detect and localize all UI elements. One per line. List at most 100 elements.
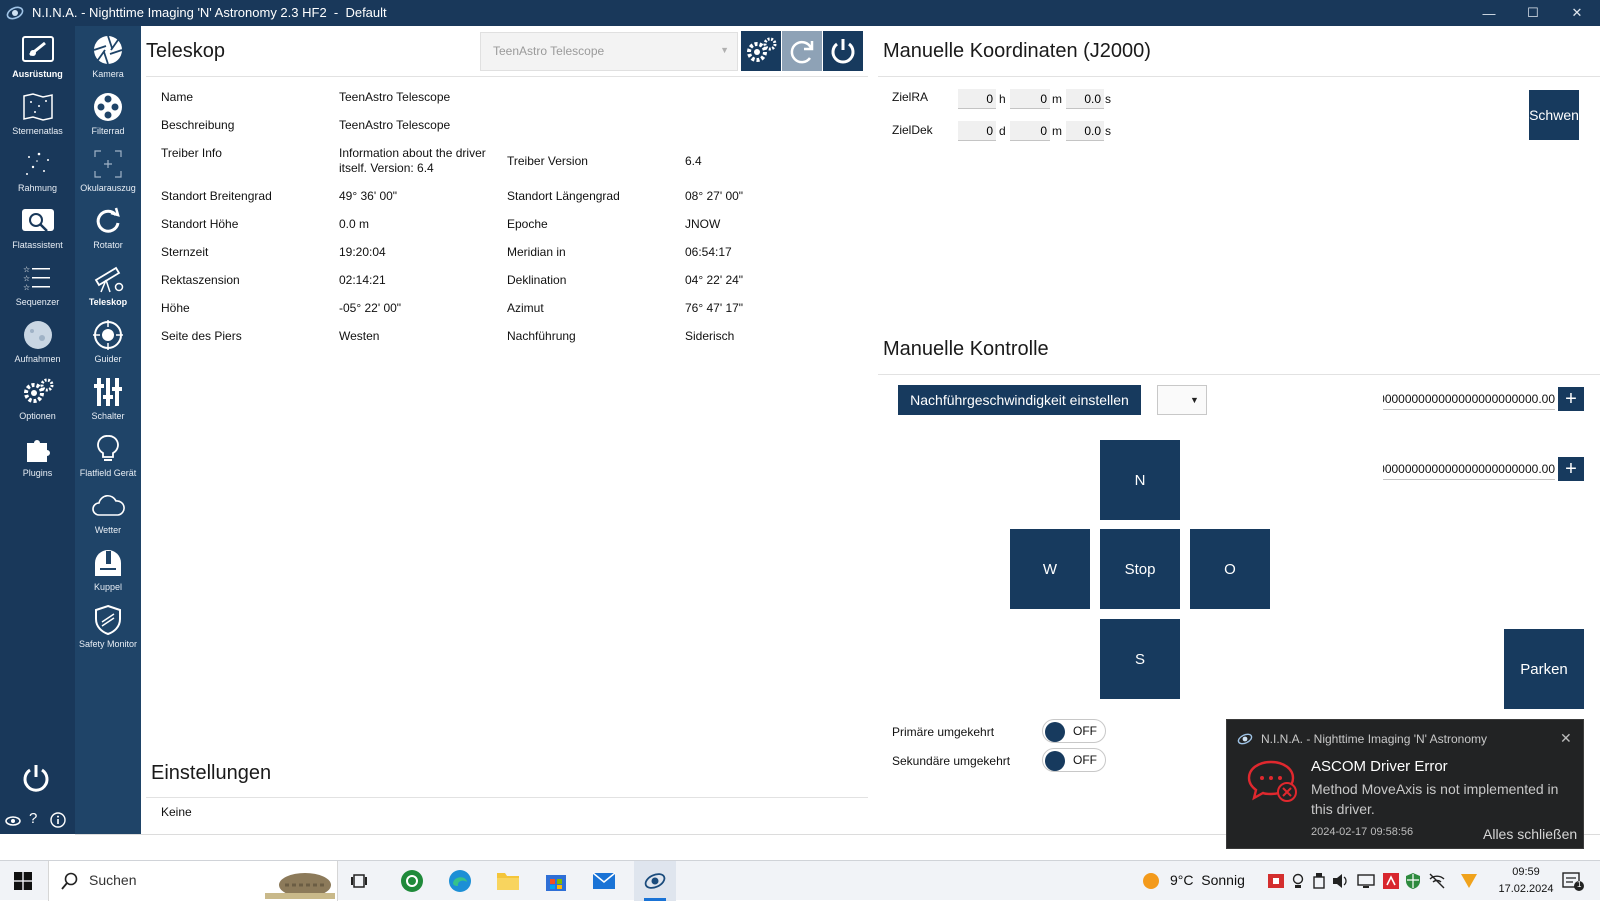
nav-item-aufnahmen[interactable]: Aufnahmen bbox=[0, 317, 75, 374]
collapse-nav-button[interactable]: << bbox=[26, 841, 39, 853]
device-settings-button[interactable] bbox=[741, 31, 781, 71]
eye-icon[interactable] bbox=[5, 814, 21, 828]
secondary-reversed-label: Sekundäre umgekehrt bbox=[892, 754, 1011, 768]
tracking-rate-select[interactable]: ▼ bbox=[1157, 385, 1207, 415]
nav-item-ausruestung[interactable]: Ausrüstung bbox=[0, 32, 75, 89]
mail-icon[interactable] bbox=[592, 870, 616, 892]
device-select-value: TeenAstro Telescope bbox=[493, 44, 605, 58]
weather-cloud-icon bbox=[90, 488, 126, 524]
tray-webcam-icon[interactable] bbox=[1291, 873, 1305, 889]
task-view-icon[interactable] bbox=[350, 872, 368, 890]
info-label: Name bbox=[161, 90, 194, 104]
info-value: JNOW bbox=[685, 217, 721, 231]
windows-taskbar: Suchen 9°C Sonnig 09:59 17.02.2024 1 bbox=[0, 860, 1600, 901]
nav-item-teleskop[interactable]: Teleskop bbox=[75, 260, 141, 317]
refresh-devices-button[interactable] bbox=[782, 31, 822, 71]
info-label: Sternzeit bbox=[161, 245, 209, 259]
move-north-button[interactable]: N bbox=[1100, 440, 1180, 520]
microsoft-store-icon[interactable] bbox=[544, 869, 568, 893]
nav-item-flatassistent[interactable]: Flatassistent bbox=[0, 203, 75, 260]
help-icon[interactable]: ? bbox=[29, 810, 37, 827]
windows-start-icon[interactable] bbox=[14, 872, 32, 890]
target-dec-degrees-input[interactable]: 0 bbox=[958, 121, 996, 141]
slew-button[interactable]: Schwen bbox=[1529, 90, 1579, 140]
nav-item-schalter[interactable]: Schalter bbox=[75, 374, 141, 431]
target-dec-minutes-input[interactable]: 0 bbox=[1010, 121, 1050, 141]
app-green-icon[interactable] bbox=[400, 869, 424, 893]
edge-browser-icon[interactable] bbox=[448, 869, 472, 893]
divider bbox=[878, 374, 1600, 375]
target-dec-seconds-input[interactable]: 0.0 bbox=[1066, 121, 1104, 141]
search-box[interactable]: Suchen bbox=[48, 861, 338, 901]
maximize-button[interactable]: ☐ bbox=[1510, 0, 1556, 26]
target-ra-hours-input[interactable]: 0 bbox=[958, 89, 996, 109]
info-label: Beschreibung bbox=[161, 118, 235, 132]
set-tracking-rate-button[interactable]: Nachführgeschwindigkeit einstellen bbox=[898, 385, 1141, 415]
info-icon[interactable] bbox=[50, 812, 66, 828]
device-select[interactable]: TeenAstro Telescope ▼ bbox=[480, 32, 738, 71]
nav-item-kuppel[interactable]: Kuppel bbox=[75, 545, 141, 602]
telescope-icon bbox=[90, 260, 126, 296]
nav-item-rahmung[interactable]: Rahmung bbox=[0, 146, 75, 203]
network-monitor-icon[interactable] bbox=[1357, 873, 1375, 889]
nav-item-filterrad[interactable]: Filterrad bbox=[75, 89, 141, 146]
secondary-reversed-toggle[interactable]: OFF bbox=[1042, 748, 1106, 772]
nav-item-optionen[interactable]: Optionen bbox=[0, 374, 75, 431]
weather-text[interactable]: 9°C Sonnig bbox=[1170, 872, 1245, 888]
primary-navigation: Ausrüstung Sternenatlas Rahmung Flatassi… bbox=[0, 26, 75, 853]
power-icon[interactable] bbox=[20, 762, 52, 794]
notification-message: Method MoveAxis is not implemented in th… bbox=[1311, 781, 1559, 817]
nav-item-guider[interactable]: Guider bbox=[75, 317, 141, 374]
info-label: Azimut bbox=[507, 301, 544, 315]
secondary-rate-input[interactable]: 0000000000000000000000000.00 bbox=[1383, 458, 1555, 480]
tray-pdf-icon[interactable] bbox=[1383, 873, 1399, 889]
file-explorer-icon[interactable] bbox=[496, 870, 520, 892]
tray-orange-app-icon[interactable] bbox=[1461, 874, 1477, 888]
settings-title: Einstellungen bbox=[151, 762, 272, 784]
search-icon bbox=[61, 872, 79, 890]
notification-center-icon[interactable]: 1 bbox=[1562, 871, 1584, 891]
increase-secondary-rate-button[interactable]: + bbox=[1558, 457, 1584, 481]
nav-item-plugins[interactable]: Plugins bbox=[0, 431, 75, 488]
nav-item-okularauszug[interactable]: Okularauszug bbox=[75, 146, 141, 203]
usb-device-icon[interactable] bbox=[1313, 873, 1325, 889]
primary-reversed-toggle[interactable]: OFF bbox=[1042, 719, 1106, 743]
nav-item-wetter[interactable]: Wetter bbox=[75, 488, 141, 545]
nina-taskbar-button[interactable] bbox=[634, 861, 676, 901]
target-ra-minutes-input[interactable]: 0 bbox=[1010, 89, 1050, 109]
increase-primary-rate-button[interactable]: + bbox=[1558, 387, 1584, 411]
move-east-button[interactable]: O bbox=[1190, 529, 1270, 609]
clock[interactable]: 09:59 17.02.2024 bbox=[1486, 864, 1566, 898]
clock-date: 17.02.2024 bbox=[1498, 883, 1554, 895]
toggle-state: OFF bbox=[1073, 753, 1097, 767]
camera-aperture-icon bbox=[90, 32, 126, 68]
nav-item-flatfield[interactable]: Flatfield Gerät bbox=[75, 431, 141, 488]
primary-rate-input[interactable]: 0000000000000000000000000.00 bbox=[1383, 388, 1555, 410]
wifi-off-icon[interactable] bbox=[1428, 873, 1446, 889]
security-shield-icon[interactable] bbox=[1405, 873, 1421, 889]
nav-item-rotator[interactable]: Rotator bbox=[75, 203, 141, 260]
info-value: 19:20:04 bbox=[339, 245, 386, 259]
unit-label: h bbox=[999, 92, 1006, 106]
nav-item-sequenzer[interactable]: ☆ ☆ ☆ Sequenzer bbox=[0, 260, 75, 317]
nav-item-kamera[interactable]: Kamera bbox=[75, 32, 141, 89]
tray-red-app-icon[interactable] bbox=[1268, 873, 1284, 889]
target-ra-seconds-input[interactable]: 0.0 bbox=[1066, 89, 1104, 109]
close-icon[interactable]: ✕ bbox=[1560, 730, 1572, 747]
nav-item-sternenatlas[interactable]: Sternenatlas bbox=[0, 89, 75, 146]
error-notification[interactable]: N.I.N.A. - Nighttime Imaging 'N' Astrono… bbox=[1226, 719, 1584, 849]
volume-icon[interactable] bbox=[1332, 873, 1350, 889]
info-value: 02:14:21 bbox=[339, 273, 386, 287]
park-button[interactable]: Parken bbox=[1504, 629, 1584, 709]
stop-button[interactable]: Stop bbox=[1100, 529, 1180, 609]
move-south-button[interactable]: S bbox=[1100, 619, 1180, 699]
move-west-button[interactable]: W bbox=[1010, 529, 1090, 609]
equipment-icon bbox=[20, 32, 56, 68]
minimize-button[interactable]: — bbox=[1466, 0, 1512, 26]
notification-app-name: N.I.N.A. - Nighttime Imaging 'N' Astrono… bbox=[1261, 732, 1487, 746]
nav-item-safety-monitor[interactable]: Safety Monitor bbox=[75, 602, 141, 659]
info-value: Westen bbox=[339, 329, 380, 343]
disconnect-button[interactable] bbox=[823, 31, 863, 71]
close-button[interactable]: ✕ bbox=[1554, 0, 1600, 26]
close-all-notifications-button[interactable]: Alles schließen bbox=[1483, 826, 1577, 842]
